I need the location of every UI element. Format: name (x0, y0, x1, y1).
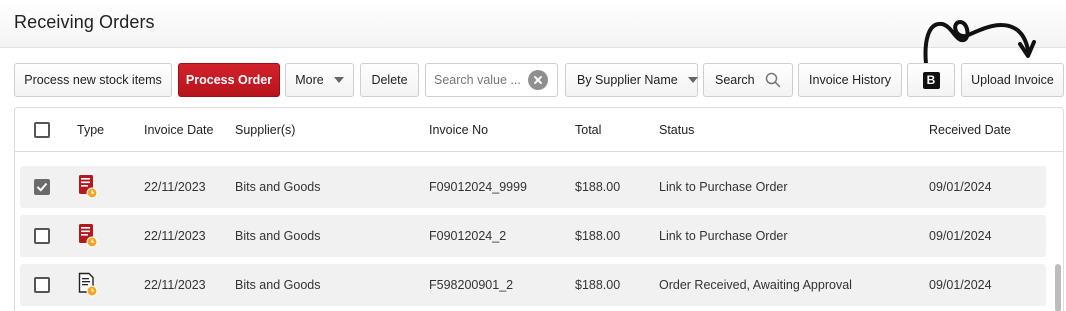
page-header: Receiving Orders (0, 0, 1066, 48)
col-invoice-no[interactable]: Invoice No (429, 108, 488, 152)
upload-invoice-button[interactable]: Upload Invoice (961, 63, 1064, 97)
chevron-down-icon (687, 77, 698, 83)
type-cell (77, 166, 99, 208)
supplier-cell: Bits and Goods (235, 278, 321, 292)
clear-icon[interactable] (528, 70, 548, 90)
chevron-down-icon (333, 77, 344, 83)
table-header: Type Invoice Date Supplier(s) Invoice No… (15, 108, 1063, 152)
supplier-filter-select[interactable]: By Supplier Name (565, 63, 698, 97)
table-row[interactable]: 22/11/2023 Bits and Goods F09012024_9999… (20, 166, 1046, 208)
search-button[interactable]: Search (703, 63, 793, 97)
table-row[interactable]: 22/11/2023 Bits and Goods F598200901_2 $… (20, 264, 1046, 306)
b-button[interactable]: B (907, 63, 955, 97)
vertical-scrollbar[interactable] (1055, 264, 1061, 311)
more-label: More (295, 73, 324, 87)
filter-label: By Supplier Name (577, 73, 678, 87)
col-invoice-date[interactable]: Invoice Date (144, 108, 213, 152)
table-row[interactable]: 22/11/2023 Bits and Goods F09012024_2 $1… (20, 215, 1046, 257)
invoice-no-cell: F598200901_2 (429, 278, 514, 292)
total-cell: $188.00 (575, 229, 621, 243)
invoice-no-cell: F09012024_9999 (429, 180, 528, 194)
annotation-arrow-icon (923, 19, 1036, 66)
row-checkbox[interactable] (34, 228, 50, 244)
row-select-cell (34, 264, 50, 306)
toolbar: Process new stock items Process Order Mo… (14, 63, 1064, 97)
invoice-date-cell: 22/11/2023 (144, 278, 206, 292)
invoice-history-button[interactable]: Invoice History (798, 63, 902, 97)
status-cell: Link to Purchase Order (659, 180, 788, 194)
invoice-no-cell: F09012024_2 (429, 229, 507, 243)
type-cell (77, 215, 99, 257)
col-status[interactable]: Status (659, 108, 694, 152)
row-select-cell (34, 215, 50, 257)
search-label: Search (715, 73, 755, 87)
supplier-cell: Bits and Goods (235, 180, 321, 194)
total-cell: $188.00 (575, 180, 621, 194)
select-all-checkbox[interactable] (34, 122, 50, 138)
status-cell: Link to Purchase Order (659, 229, 788, 243)
col-type[interactable]: Type (77, 108, 104, 152)
process-order-button[interactable]: Process Order (178, 63, 280, 97)
col-total[interactable]: Total (575, 108, 601, 152)
search-field (425, 63, 558, 97)
receiving-orders-page: Receiving Orders Process new stock items… (0, 0, 1066, 311)
search-input[interactable] (434, 73, 528, 87)
b-icon: B (922, 71, 940, 89)
total-cell: $188.00 (575, 278, 621, 292)
received-date-cell: 09/01/2024 (929, 229, 992, 243)
type-cell (77, 264, 99, 306)
red-invoice-icon (79, 175, 98, 199)
document-invoice-icon (78, 272, 98, 297)
received-date-cell: 09/01/2024 (929, 278, 992, 292)
row-select-cell (34, 166, 50, 208)
select-all-cell (34, 108, 50, 152)
check-icon (36, 182, 48, 192)
invoice-table: Type Invoice Date Supplier(s) Invoice No… (14, 107, 1064, 311)
invoice-date-cell: 22/11/2023 (144, 180, 206, 194)
more-dropdown[interactable]: More (285, 63, 354, 97)
col-suppliers[interactable]: Supplier(s) (235, 108, 295, 152)
row-checkbox[interactable] (34, 277, 50, 293)
row-checkbox[interactable] (34, 179, 50, 195)
received-date-cell: 09/01/2024 (929, 180, 992, 194)
status-cell: Order Received, Awaiting Approval (659, 278, 852, 292)
supplier-cell: Bits and Goods (235, 229, 321, 243)
page-title: Receiving Orders (14, 12, 155, 32)
delete-button[interactable]: Delete (360, 63, 419, 97)
process-new-stock-button[interactable]: Process new stock items (14, 63, 172, 97)
col-received-date[interactable]: Received Date (929, 108, 1011, 152)
search-icon (765, 72, 781, 88)
invoice-date-cell: 22/11/2023 (144, 229, 206, 243)
red-invoice-icon (79, 224, 98, 248)
